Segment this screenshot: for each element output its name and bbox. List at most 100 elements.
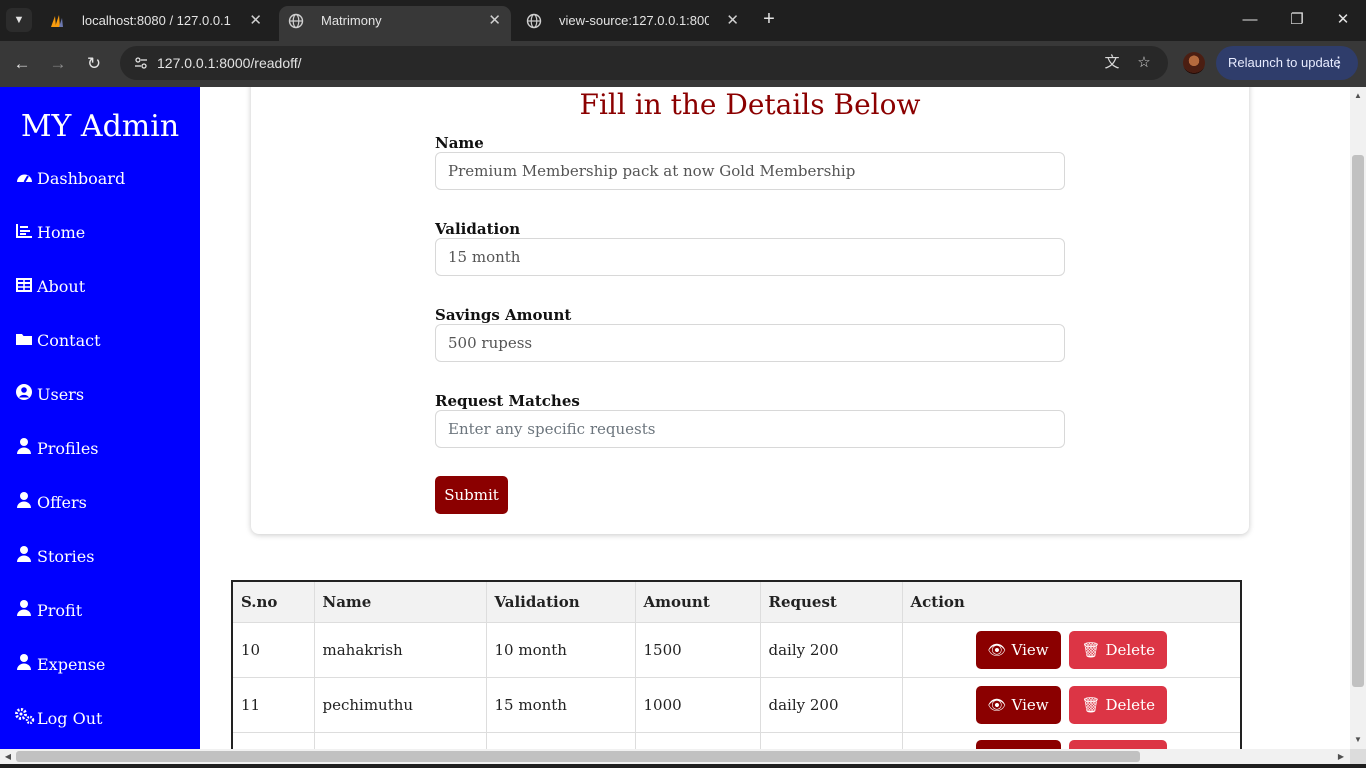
sidebar-item-label: Contact: [37, 331, 101, 350]
sidebar-item-home[interactable]: Home: [15, 219, 85, 247]
scrollbar-thumb[interactable]: [1352, 155, 1364, 687]
sidebar-item-label: Users: [37, 385, 85, 404]
minimize-icon[interactable]: —: [1238, 8, 1262, 32]
table-row: 10 mahakrish 10 month 1500 daily 200 👁 Vi…: [232, 622, 1242, 678]
back-arrow-icon[interactable]: ←: [9, 51, 35, 77]
delete-label: Delete: [1105, 640, 1155, 659]
delete-button[interactable]: 🗑Delete: [1069, 685, 1167, 724]
close-icon[interactable]: ✕: [249, 6, 262, 35]
submit-button[interactable]: Submit: [435, 476, 508, 514]
column-header-request: Request: [760, 581, 903, 623]
sidebar-item-label: Home: [37, 223, 86, 242]
cell-sno: 11: [232, 677, 315, 733]
sidebar-item-expense[interactable]: Expense: [15, 651, 105, 679]
browser-toolbar: ← → ↻ 127.0.0.1:8000/readoff/ 文 ☆ Relaun…: [0, 41, 1366, 87]
phpmyadmin-icon: [51, 15, 63, 27]
scroll-up-icon[interactable]: ▲: [1350, 89, 1366, 103]
close-icon[interactable]: ✕: [726, 6, 739, 35]
trash-icon: 🗑: [1081, 695, 1101, 714]
close-icon[interactable]: ✕: [488, 6, 501, 35]
trash-icon: 🗑: [1081, 640, 1101, 659]
scrollbar-thumb[interactable]: [16, 751, 1140, 762]
sidebar-item-about[interactable]: About: [15, 273, 85, 301]
sidebar-item-label: Offers: [37, 493, 87, 512]
sidebar-item-users[interactable]: Users: [15, 381, 84, 409]
user-icon: [15, 435, 33, 463]
user-icon: [15, 543, 33, 571]
scroll-left-icon[interactable]: ◀: [1, 749, 15, 764]
gears-icon: [15, 705, 35, 733]
table-row: 👁View 🗑Delete: [232, 732, 1242, 749]
new-tab-plus-icon[interactable]: +: [758, 8, 780, 30]
name-input[interactable]: Premium Membership pack at now Gold Memb…: [435, 152, 1065, 190]
column-header-sno: S.no: [232, 581, 315, 623]
sidebar-item-dashboard[interactable]: Dashboard: [15, 165, 125, 193]
chart-bars-icon: [15, 219, 33, 247]
table-grid-icon: [15, 273, 33, 301]
cell-validation: 15 month: [486, 677, 636, 733]
name-label: Name: [435, 134, 484, 152]
sidebar-item-profiles[interactable]: Profiles: [15, 435, 99, 463]
request-matches-input[interactable]: Enter any specific requests: [435, 410, 1065, 448]
horizontal-scrollbar[interactable]: ◀ ▶: [0, 749, 1350, 764]
table-row: 11 pechimuthu 15 month 1000 daily 200 👁 V…: [232, 677, 1242, 733]
delete-button[interactable]: 🗑Delete: [1069, 630, 1167, 669]
profile-avatar[interactable]: [1183, 52, 1205, 74]
tab-matrimony[interactable]: Matrimony ✕: [279, 6, 511, 41]
sidebar-item-profit[interactable]: Profit: [15, 597, 82, 625]
view-label: View: [1011, 640, 1049, 659]
cell-validation: 10 month: [486, 622, 636, 678]
forward-arrow-icon[interactable]: →: [45, 51, 71, 77]
relaunch-to-update-button[interactable]: Relaunch to update ⋮: [1216, 46, 1358, 80]
address-bar[interactable]: 127.0.0.1:8000/readoff/ 文 ☆: [120, 46, 1168, 80]
tab-title: view-source:127.0.0.1:8000/read: [559, 13, 709, 28]
request-matches-label: Request Matches: [435, 392, 580, 410]
sidebar-item-logout[interactable]: Log Out: [15, 705, 102, 733]
user-icon: [15, 597, 33, 625]
cell-name: pechimuthu: [314, 677, 487, 733]
tab-search-dropdown-icon[interactable]: ▼: [6, 8, 32, 32]
sidebar-item-label: Stories: [37, 547, 95, 566]
savings-amount-input[interactable]: 500 rupess: [435, 324, 1065, 362]
site-info-icon[interactable]: [128, 50, 154, 76]
vertical-scrollbar[interactable]: ▲ ▼: [1350, 87, 1366, 749]
address-url: 127.0.0.1:8000/readoff/: [157, 55, 302, 71]
sidebar-item-offers[interactable]: Offers: [15, 489, 87, 517]
user-circle-icon: [15, 381, 33, 409]
form-title: Fill in the Details Below: [579, 88, 921, 121]
dashboard-gauge-icon: [15, 165, 33, 193]
tab-view-source[interactable]: view-source:127.0.0.1:8000/read ✕: [517, 6, 749, 41]
trash-icon: 🗑: [1081, 740, 1100, 749]
eye-icon: 👁: [987, 640, 1007, 659]
translate-icon[interactable]: 文: [1100, 51, 1124, 75]
sidebar-item-stories[interactable]: Stories: [15, 543, 94, 571]
globe-icon: [288, 13, 304, 29]
sidebar-item-contact[interactable]: Contact: [15, 327, 101, 355]
scroll-down-icon[interactable]: ▼: [1350, 733, 1366, 747]
tab-phpmyadmin[interactable]: localhost:8080 / 127.0.0.1 / db_ ✕: [40, 6, 272, 41]
bookmark-star-icon[interactable]: ☆: [1132, 51, 1156, 75]
delete-button[interactable]: 🗑Delete: [1069, 740, 1167, 749]
validation-input[interactable]: 15 month: [435, 238, 1065, 276]
reload-icon[interactable]: ↻: [81, 51, 107, 77]
more-menu-icon[interactable]: ⋮: [1331, 46, 1346, 80]
cell-amount: [635, 732, 761, 749]
folder-icon: [15, 327, 33, 355]
view-button[interactable]: 👁View: [975, 740, 1061, 749]
column-header-amount: Amount: [635, 581, 761, 623]
cell-validation: [486, 732, 636, 749]
scrollbar-corner: [1350, 749, 1366, 764]
cell-sno: [232, 732, 315, 749]
cell-sno: 10: [232, 622, 315, 678]
savings-amount-label: Savings Amount: [435, 306, 572, 324]
eye-icon: 👁: [987, 695, 1007, 714]
window-close-icon[interactable]: ✕: [1331, 8, 1355, 32]
restore-icon[interactable]: ❐: [1285, 8, 1309, 32]
cell-request: daily 200: [760, 622, 903, 678]
view-button[interactable]: 👁View: [975, 685, 1061, 724]
view-button[interactable]: 👁View: [975, 630, 1061, 669]
sidebar-item-label: Profiles: [37, 439, 99, 458]
tab-title: localhost:8080 / 127.0.0.1 / db_: [82, 13, 232, 28]
user-icon: [15, 651, 33, 679]
scroll-right-icon[interactable]: ▶: [1334, 749, 1348, 764]
